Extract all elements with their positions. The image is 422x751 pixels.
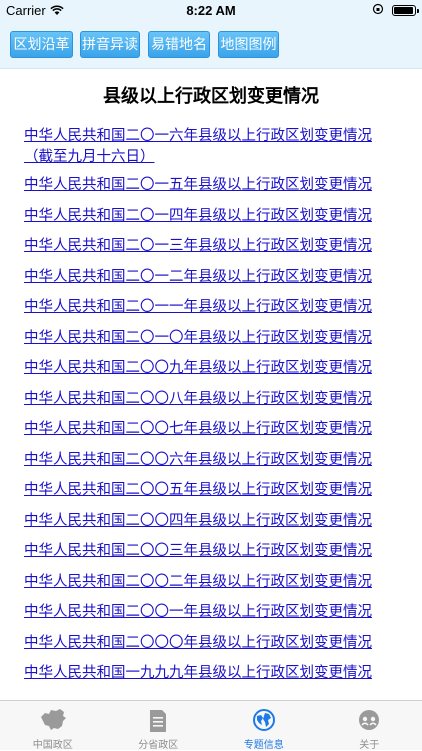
link-2012[interactable]: 中华人民共和国二〇一二年县级以上行政区划变更情况 <box>24 267 400 288</box>
link-2010[interactable]: 中华人民共和国二〇一〇年县级以上行政区划变更情况 <box>24 328 400 349</box>
link-2013[interactable]: 中华人民共和国二〇一三年县级以上行政区划变更情况 <box>24 236 400 257</box>
link-2016[interactable]: 中华人民共和国二〇一六年县级以上行政区划变更情况（截至九月十六日） <box>24 126 400 168</box>
link-2007[interactable]: 中华人民共和国二〇〇七年县级以上行政区划变更情况 <box>24 419 400 440</box>
history-button[interactable]: 区划沿革 <box>10 31 73 58</box>
about-icon <box>357 708 381 732</box>
link-2011[interactable]: 中华人民共和国二〇一一年县级以上行政区划变更情况 <box>24 297 400 318</box>
link-2009[interactable]: 中华人民共和国二〇〇九年县级以上行政区划变更情况 <box>24 358 400 379</box>
map-legend-button[interactable]: 地图图例 <box>218 31 279 58</box>
document-icon <box>147 708 169 734</box>
link-2006[interactable]: 中华人民共和国二〇〇六年县级以上行政区划变更情况 <box>24 450 400 471</box>
link-2005[interactable]: 中华人民共和国二〇〇五年县级以上行政区划变更情况 <box>24 480 400 501</box>
link-2008[interactable]: 中华人民共和国二〇〇八年县级以上行政区划变更情况 <box>24 389 400 410</box>
link-2003[interactable]: 中华人民共和国二〇〇三年县级以上行政区划变更情况 <box>24 541 400 562</box>
status-bar: Carrier 8:22 AM <box>0 0 422 22</box>
tab-label: 中国政区 <box>0 736 106 751</box>
link-2014[interactable]: 中华人民共和国二〇一四年县级以上行政区划变更情况 <box>24 206 400 227</box>
tab-topics[interactable]: 专题信息 <box>211 701 317 751</box>
pinyin-button[interactable]: 拼音异读 <box>80 31 140 58</box>
page-title: 县级以上行政区划变更情况 <box>0 82 422 108</box>
tab-china-regions[interactable]: 中国政区 <box>0 701 106 751</box>
tab-label: 关于 <box>317 736 422 751</box>
tab-label: 分省政区 <box>106 736 212 751</box>
link-2004[interactable]: 中华人民共和国二〇〇四年县级以上行政区划变更情况 <box>24 511 400 532</box>
misnamed-places-button[interactable]: 易错地名 <box>148 31 210 58</box>
top-toolbar: 区划沿革 拼音异读 易错地名 地图图例 <box>0 22 422 69</box>
status-time: 8:22 AM <box>0 3 422 18</box>
tab-label: 专题信息 <box>211 736 317 751</box>
link-2000[interactable]: 中华人民共和国二〇〇〇年县级以上行政区划变更情况 <box>24 633 400 654</box>
tab-provinces[interactable]: 分省政区 <box>106 701 212 751</box>
china-map-icon <box>38 708 68 732</box>
tab-about[interactable]: 关于 <box>317 701 422 751</box>
change-links-list: 中华人民共和国二〇一六年县级以上行政区划变更情况（截至九月十六日） 中华人民共和… <box>24 126 400 694</box>
link-1999[interactable]: 中华人民共和国一九九九年县级以上行政区划变更情况 <box>24 663 400 684</box>
link-2001[interactable]: 中华人民共和国二〇〇一年县级以上行政区划变更情况 <box>24 602 400 623</box>
tab-bar: 中国政区 分省政区 专题信息 关于 <box>0 700 422 750</box>
link-2015[interactable]: 中华人民共和国二〇一五年县级以上行政区划变更情况 <box>24 175 400 196</box>
globe-icon <box>252 708 276 732</box>
battery-icon <box>392 5 416 16</box>
link-2002[interactable]: 中华人民共和国二〇〇二年县级以上行政区划变更情况 <box>24 572 400 593</box>
orientation-lock-icon <box>372 3 384 15</box>
